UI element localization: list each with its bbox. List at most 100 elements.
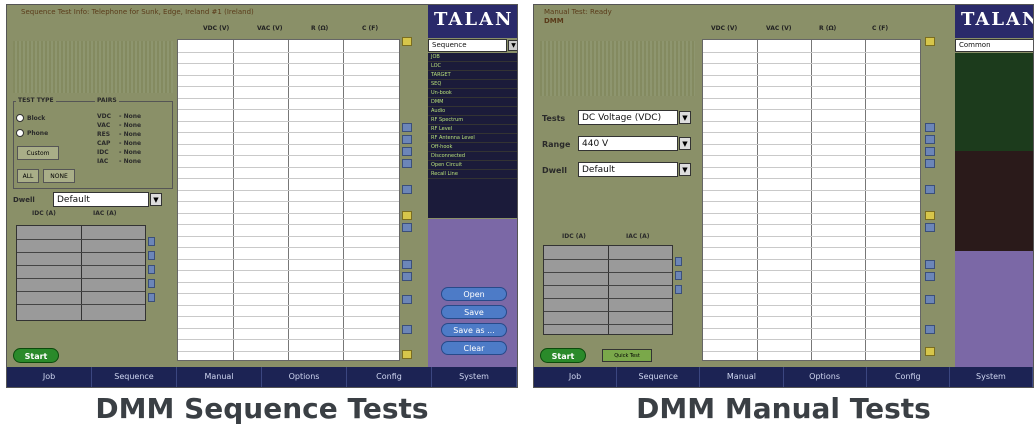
table-row-line — [17, 304, 145, 305]
scroll-button[interactable] — [925, 159, 935, 168]
table-row-line — [703, 74, 920, 76]
tab-sequence[interactable]: Sequence — [92, 367, 177, 387]
scroll-button[interactable] — [925, 147, 935, 156]
tab-manual[interactable]: Manual — [177, 367, 262, 387]
pair-value: - None — [119, 140, 142, 147]
col-divider — [81, 226, 82, 320]
scroll-button[interactable] — [402, 123, 412, 132]
scroll-button[interactable] — [925, 185, 935, 194]
custom-button[interactable]: Custom — [17, 146, 59, 160]
scroll-button[interactable] — [402, 295, 412, 304]
col-header-r: R (Ω) — [819, 25, 837, 32]
hatched-area — [13, 41, 173, 93]
hatched-area — [540, 41, 695, 96]
scroll-button[interactable] — [675, 285, 682, 294]
table-row-line — [178, 316, 399, 317]
range-select[interactable]: 440 V — [578, 136, 678, 151]
save-as-button[interactable]: Save as ... — [441, 323, 507, 337]
tab-config[interactable]: Config — [867, 367, 950, 387]
scroll-button[interactable] — [675, 257, 682, 266]
info-line: LOC — [428, 62, 517, 71]
radio-block-label: Block — [27, 115, 46, 122]
start-button[interactable]: Start — [540, 348, 586, 363]
dropdown-arrow-icon[interactable]: ▼ — [679, 137, 691, 150]
scroll-button[interactable] — [925, 123, 935, 132]
table-row-line — [703, 304, 920, 306]
tab-system[interactable]: System — [432, 367, 517, 387]
table-row-line — [544, 311, 672, 312]
sequence-tests-panel: Sequence Test Info: Telephone for Sunk, … — [6, 4, 518, 388]
table-row-line — [703, 120, 920, 122]
scroll-button[interactable] — [402, 260, 412, 269]
scroll-bottom-button[interactable] — [402, 350, 412, 359]
tab-manual[interactable]: Manual — [700, 367, 784, 387]
none-button[interactable]: NONE — [43, 169, 75, 183]
clear-button[interactable]: Clear — [441, 341, 507, 355]
radio-phone[interactable] — [16, 129, 24, 137]
scroll-button[interactable] — [402, 185, 412, 194]
radio-block[interactable] — [16, 114, 24, 122]
tab-job[interactable]: Job — [7, 367, 92, 387]
status-sub: DMM — [544, 17, 564, 25]
sidebar-select[interactable]: Sequence — [428, 39, 507, 52]
scroll-bottom-button[interactable] — [925, 347, 935, 356]
dropdown-arrow-icon[interactable]: ▼ — [150, 193, 162, 206]
scroll-button[interactable] — [925, 325, 935, 334]
pair-name: CAP — [97, 140, 111, 147]
dwell-select[interactable]: Default — [53, 192, 149, 207]
scroll-button[interactable] — [402, 147, 412, 156]
dwell-select[interactable]: Default — [578, 162, 678, 177]
dropdown-arrow-icon[interactable]: ▼ — [679, 111, 691, 124]
tab-config[interactable]: Config — [347, 367, 432, 387]
dropdown-arrow-icon[interactable]: ▼ — [508, 40, 517, 51]
scroll-button[interactable] — [402, 325, 412, 334]
scroll-button[interactable] — [675, 271, 682, 280]
scroll-button[interactable] — [148, 279, 155, 288]
scroll-button[interactable] — [925, 223, 935, 232]
tab-options[interactable]: Options — [262, 367, 347, 387]
scroll-top-button[interactable] — [925, 37, 935, 46]
tests-select[interactable]: DC Voltage (VDC) — [578, 110, 678, 125]
table-row-line — [178, 281, 399, 283]
table-row-line — [703, 63, 920, 64]
tab-sequence[interactable]: Sequence — [617, 367, 701, 387]
scroll-button[interactable] — [402, 159, 412, 168]
all-button[interactable]: ALL — [17, 169, 39, 183]
scroll-button[interactable] — [148, 251, 155, 260]
table-row-line — [703, 224, 920, 225]
scroll-button[interactable] — [925, 272, 935, 281]
table-row-line — [178, 212, 399, 214]
scroll-button[interactable] — [402, 135, 412, 144]
table-row-line — [178, 74, 399, 76]
scroll-button[interactable] — [148, 265, 155, 274]
table-row-line — [544, 324, 672, 325]
table-row-line — [544, 259, 672, 260]
page-marker-button[interactable] — [402, 211, 412, 220]
scroll-button[interactable] — [402, 223, 412, 232]
table-row-line — [178, 63, 399, 64]
col-header-c: C (F) — [362, 25, 379, 32]
scroll-button[interactable] — [925, 135, 935, 144]
tab-job[interactable]: Job — [534, 367, 618, 387]
save-button[interactable]: Save — [441, 305, 507, 319]
scroll-button[interactable] — [148, 293, 155, 302]
options-area — [955, 251, 1033, 369]
scroll-button[interactable] — [148, 237, 155, 246]
table-row-line — [544, 298, 672, 299]
quick-test-toggle[interactable]: Quick Test — [602, 349, 652, 362]
dropdown-arrow-icon[interactable]: ▼ — [679, 163, 691, 176]
scroll-button[interactable] — [402, 272, 412, 281]
info-line: Off-hook — [428, 143, 517, 152]
sidebar-select[interactable]: Common — [955, 39, 1033, 52]
tab-options[interactable]: Options — [784, 367, 867, 387]
col-divider — [811, 40, 812, 360]
scroll-top-button[interactable] — [402, 37, 412, 46]
table-row-line — [703, 143, 920, 145]
scroll-button[interactable] — [925, 260, 935, 269]
page-marker-button[interactable] — [925, 211, 935, 220]
tab-system[interactable]: System — [950, 367, 1033, 387]
open-button[interactable]: Open — [441, 287, 507, 301]
start-button[interactable]: Start — [13, 348, 59, 363]
scroll-button[interactable] — [925, 295, 935, 304]
info-line: RF Antenna Level — [428, 134, 517, 143]
